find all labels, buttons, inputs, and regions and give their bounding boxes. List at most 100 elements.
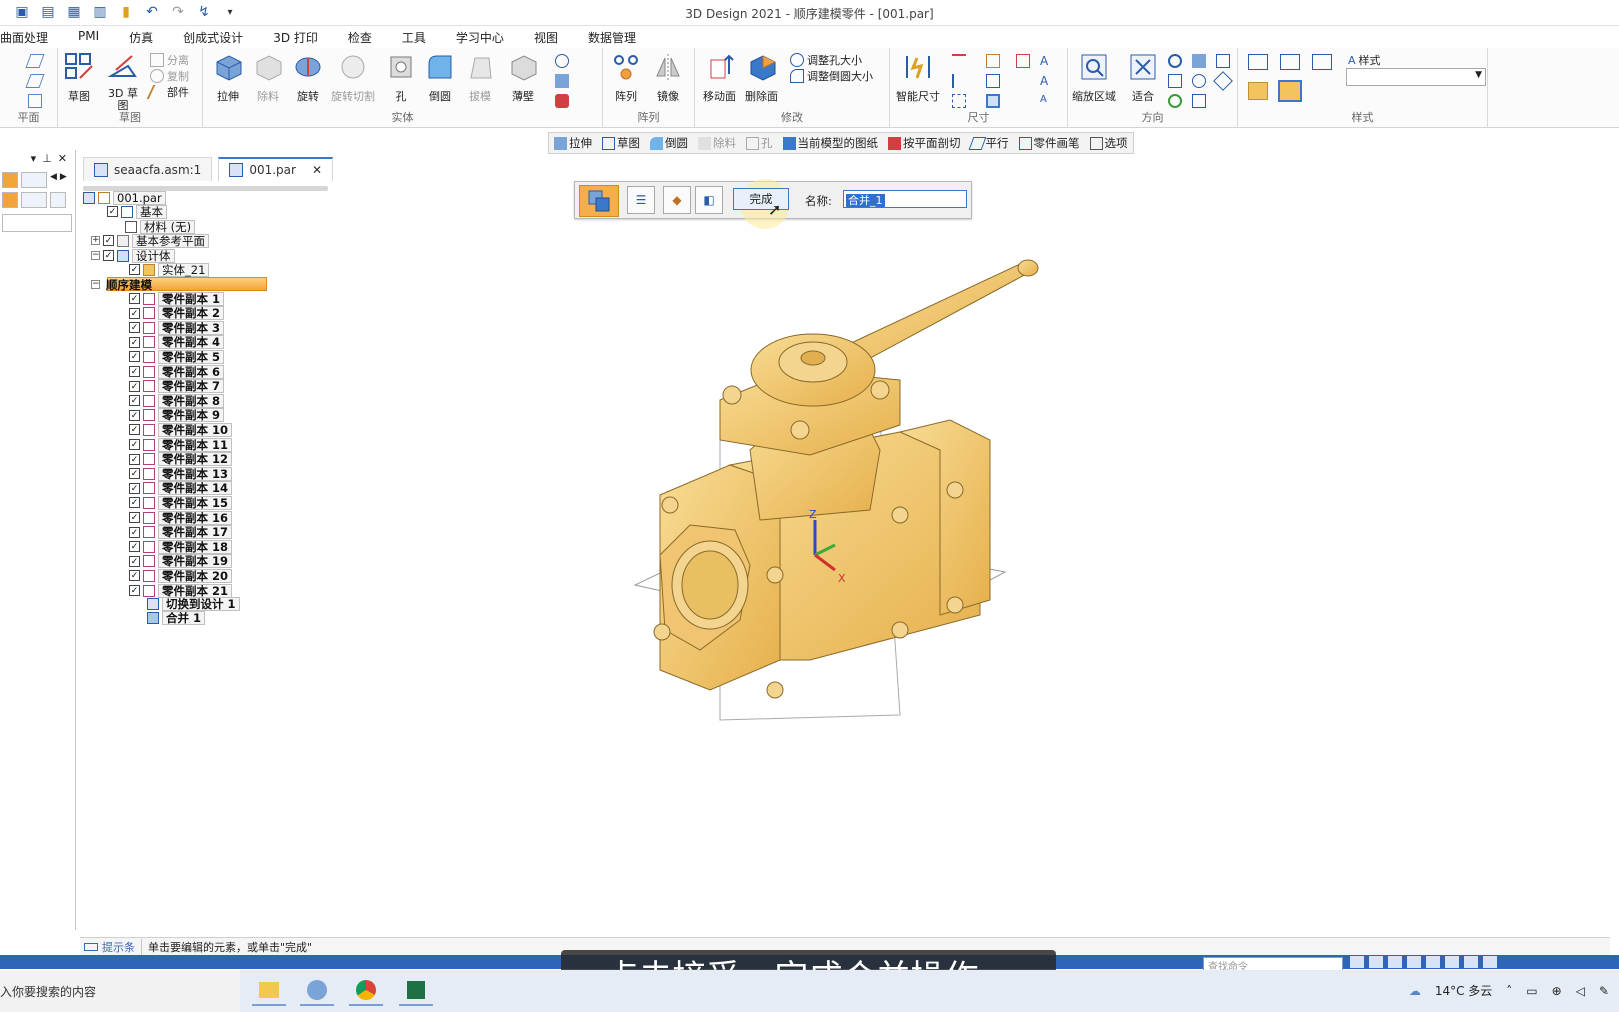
left-panel-select[interactable]: [2, 214, 72, 232]
tab-surfacing[interactable]: 曲面处理: [0, 26, 63, 48]
status-snap-icon[interactable]: [1483, 956, 1497, 968]
globe-app-icon[interactable]: [300, 976, 334, 1006]
tab-simulation[interactable]: 仿真: [114, 26, 168, 48]
shaded-icon[interactable]: [1248, 82, 1268, 100]
grid-dim-icon[interactable]: [986, 74, 1000, 88]
checkbox[interactable]: ✓: [129, 307, 140, 319]
checkbox[interactable]: ✓: [129, 395, 140, 407]
checkbox[interactable]: ✓: [107, 206, 118, 217]
zoom-icon[interactable]: [1168, 54, 1182, 68]
tree-part-copy[interactable]: ✓ 零件副本 4: [129, 335, 225, 350]
language-icon[interactable]: ⊕: [1552, 984, 1562, 998]
color-icon[interactable]: [2, 172, 18, 188]
distance-icon[interactable]: [952, 54, 966, 68]
angle-icon[interactable]: [952, 74, 966, 88]
tree-solid[interactable]: ✓ 实体_21: [129, 262, 210, 277]
checkbox[interactable]: ✓: [129, 468, 140, 480]
prev-icon[interactable]: ◀: [50, 172, 57, 188]
draft-button[interactable]: 拔模: [465, 52, 495, 104]
tree-part-copy[interactable]: ✓ 零件副本 20: [129, 568, 233, 583]
checkbox[interactable]: ✓: [129, 366, 140, 377]
tab-generative-design[interactable]: 创成式设计: [168, 26, 258, 48]
revolve-button[interactable]: 旋转: [293, 52, 323, 104]
cmd-extrude[interactable]: 拉伸: [549, 133, 597, 153]
tab-data-management[interactable]: 数据管理: [573, 26, 651, 48]
style-dropdown[interactable]: ▼: [1346, 68, 1486, 86]
checkbox[interactable]: ✓: [129, 439, 140, 450]
status-rotate-icon[interactable]: [1426, 956, 1440, 968]
tree-part-copy[interactable]: ✓ 零件副本 14: [129, 481, 233, 496]
checkbox[interactable]: ✓: [129, 293, 140, 304]
checkbox[interactable]: ✓: [129, 541, 140, 553]
tree-part-copy[interactable]: ✓ 零件副本 7: [129, 379, 225, 394]
taskbar-search[interactable]: 入你要搜索的内容: [0, 970, 240, 1012]
weather-text[interactable]: 14°C 多云: [1435, 982, 1492, 999]
cmd-sketch[interactable]: 草图: [597, 133, 645, 153]
cmd-parallel[interactable]: 平行: [966, 133, 1014, 153]
thin-wall-button[interactable]: 薄壁: [508, 52, 538, 104]
part-button[interactable]: 部件: [146, 84, 189, 100]
round-button[interactable]: 倒圆: [425, 52, 455, 104]
coordinate-dim-icon[interactable]: [952, 94, 966, 108]
sketch-view-icon[interactable]: [1192, 94, 1206, 108]
tree-union[interactable]: 合并 1: [147, 610, 206, 625]
checkbox[interactable]: ✓: [129, 322, 140, 334]
checkbox[interactable]: ✓: [129, 409, 140, 421]
collapse-icon[interactable]: −: [91, 251, 100, 260]
tree-part-copy[interactable]: ✓ 零件副本 18: [129, 539, 233, 554]
checkbox[interactable]: ✓: [129, 424, 140, 436]
tree-part-copy[interactable]: ✓ 零件副本 13: [129, 466, 233, 481]
separate-button[interactable]: 分离: [150, 52, 189, 68]
text-size-down-icon[interactable]: A: [1040, 94, 1054, 108]
delete-face-button[interactable]: 删除面: [745, 52, 778, 104]
tab-3d-print[interactable]: 3D 打印: [258, 26, 333, 48]
select-target-button[interactable]: ◧: [695, 186, 723, 214]
select-body-button[interactable]: ◆: [663, 186, 691, 214]
name-input[interactable]: 合并_1: [843, 190, 967, 208]
tree-part-copy[interactable]: ✓ 零件副本 15: [129, 495, 233, 510]
shaded-edges-icon[interactable]: [1278, 80, 1302, 102]
rotate-icon[interactable]: [1168, 94, 1182, 108]
tree-part-copy[interactable]: ✓ 零件副本 16: [129, 510, 233, 525]
text-size-up-icon[interactable]: A: [1040, 74, 1054, 88]
cmd-part-painter[interactable]: 零件画笔: [1014, 133, 1085, 153]
checkbox[interactable]: ✓: [129, 380, 140, 392]
spin-icon[interactable]: [555, 54, 569, 68]
status-view-icon[interactable]: [1445, 956, 1459, 968]
tab-tools[interactable]: 工具: [387, 26, 441, 48]
active-dim-icon[interactable]: [986, 94, 1000, 108]
chrome-icon[interactable]: [349, 976, 383, 1006]
pen-icon[interactable]: ✎: [1599, 984, 1609, 998]
search-icon[interactable]: [50, 192, 66, 208]
pin-icon[interactable]: ⊥: [42, 152, 52, 170]
layer-icon[interactable]: [2, 192, 18, 208]
spin-view-icon[interactable]: [1192, 74, 1206, 88]
tree-part-copy[interactable]: ✓ 零件副本 8: [129, 393, 225, 408]
checkbox[interactable]: ✓: [129, 585, 140, 596]
tree-part-copy[interactable]: ✓ 零件副本 12: [129, 452, 233, 467]
view-icon[interactable]: [1192, 54, 1206, 68]
tab-pmi[interactable]: PMI: [63, 26, 114, 48]
cmd-options[interactable]: 选项: [1085, 133, 1133, 153]
plane-icon[interactable]: [25, 74, 45, 88]
network-icon[interactable]: ▭: [1526, 984, 1537, 998]
tree-part-copy[interactable]: ✓ 零件副本 5: [129, 349, 225, 364]
checkbox[interactable]: ✓: [129, 264, 140, 275]
coordinate-icon[interactable]: [28, 94, 42, 108]
tree-part-copy[interactable]: ✓ 零件副本 17: [129, 525, 233, 540]
resize-round-button[interactable]: 调整倒圆大小: [790, 68, 873, 84]
checkbox[interactable]: ✓: [129, 497, 140, 509]
checkbox[interactable]: ✓: [129, 351, 140, 363]
volume-icon[interactable]: ◁: [1576, 984, 1585, 998]
feature-icon[interactable]: [555, 94, 569, 108]
tree-part-copy[interactable]: ✓ 零件副本 11: [129, 437, 233, 452]
checkbox[interactable]: ✓: [129, 482, 140, 494]
tab-inspect[interactable]: 检查: [333, 26, 387, 48]
next-icon[interactable]: ▶: [60, 172, 67, 188]
extrude-button[interactable]: 拉伸: [213, 52, 243, 104]
tree-ref-planes[interactable]: + ✓ 基本参考平面: [91, 233, 209, 248]
cmd-drawing[interactable]: 当前模型的图纸: [778, 133, 884, 153]
tree-design-body[interactable]: − ✓ 设计体: [91, 248, 175, 263]
checkbox[interactable]: ✓: [103, 250, 114, 261]
move-face-button[interactable]: 移动面: [703, 52, 736, 104]
